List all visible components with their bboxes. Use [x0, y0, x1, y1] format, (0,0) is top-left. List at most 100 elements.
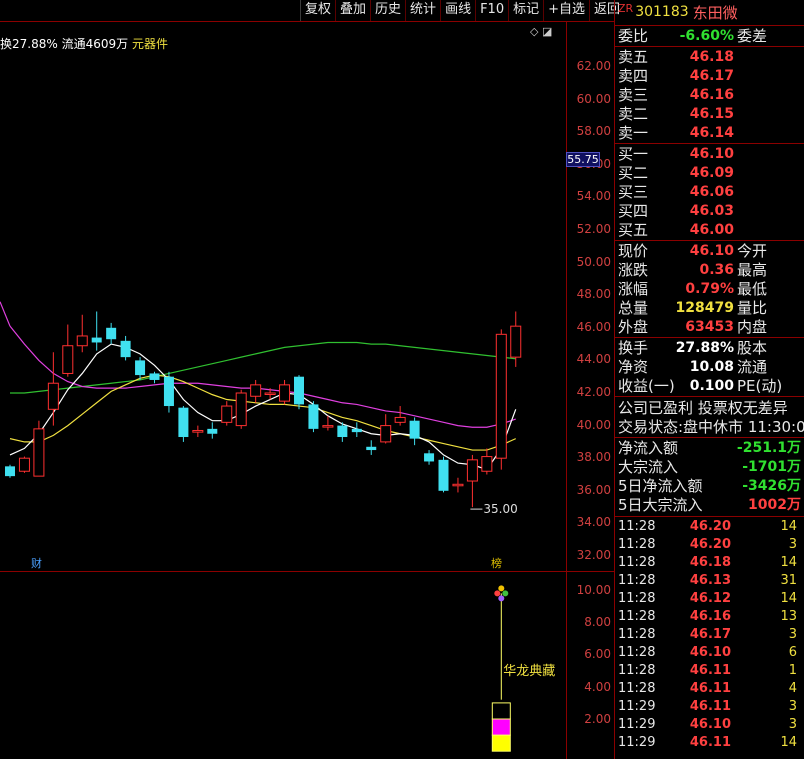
panel-divider-line [615, 437, 804, 438]
price-axis-label: 52.00 [576, 222, 611, 236]
bid-row: 买一 46.10 [618, 145, 804, 164]
fundamental-row-label2: 流通 [737, 358, 768, 376]
tick-volume: 13 [780, 609, 797, 624]
capital-flow-value: -251.1万 [736, 440, 801, 456]
stat-row-label2: 量比 [737, 299, 768, 317]
indicator-block [491, 734, 511, 752]
stat-row: 总量 128479 量比 [618, 299, 804, 318]
ask-row: 卖四 46.17 [618, 67, 804, 86]
candle-body [380, 425, 392, 443]
candle-body [279, 384, 291, 402]
tick-price: 46.17 [689, 627, 731, 642]
fundamental-row-label2: 股本 [737, 339, 768, 357]
stat-row-value: 46.10 [689, 243, 734, 259]
tick-row: 11:28 46.16 13 [615, 609, 804, 627]
stat-row-label2: 最低 [737, 280, 768, 298]
stat-row-label2: 最高 [737, 261, 768, 279]
low-marker-label: 35.00 [483, 502, 517, 516]
ask-row: 卖一 46.14 [618, 124, 804, 143]
fundamental-row-value: 27.88% [675, 340, 734, 356]
panel-divider-line [615, 46, 804, 47]
capital-flow-value: 1002万 [748, 497, 801, 513]
weibi-row-value: -6.60% [679, 28, 734, 44]
stat-row-value: 0.36 [699, 262, 734, 278]
panel-divider-line [615, 396, 804, 397]
candle-body [366, 446, 377, 451]
candle-body [394, 416, 406, 423]
stat-row-value: 0.79% [685, 281, 734, 297]
tick-row: 11:29 46.10 3 [615, 717, 804, 735]
capital-flow-row-label: 大宗流入 [618, 458, 679, 476]
tick-time: 11:29 [618, 717, 656, 732]
tick-row: 11:28 46.18 14 [615, 555, 804, 573]
capital-flow-value: -3426万 [742, 478, 801, 494]
company-note: 公司已盈利 投票权无差异 [618, 399, 804, 418]
candle-body [207, 428, 218, 434]
tick-price: 46.11 [689, 663, 731, 678]
candle-body [163, 376, 174, 407]
stat-row: 现价 46.10 今开 [618, 242, 804, 261]
tick-time: 11:28 [618, 645, 656, 660]
tick-time: 11:28 [618, 519, 656, 534]
tick-volume: 14 [780, 735, 797, 750]
bid-row: 买二 46.09 [618, 164, 804, 183]
tick-time: 11:28 [618, 573, 656, 588]
panel-divider-line [615, 240, 804, 241]
candle-body [5, 466, 15, 477]
stat-row-label2: 今开 [737, 242, 768, 260]
candle-body [409, 420, 420, 439]
ask-row-value: 46.14 [689, 125, 734, 141]
indicator-divider [0, 571, 615, 572]
tick-row: 11:29 46.11 3 [615, 699, 804, 717]
tick-price: 46.11 [689, 735, 731, 750]
candle-body [250, 384, 262, 397]
tick-row: 11:28 46.17 3 [615, 627, 804, 645]
tick-row: 11:28 46.20 14 [615, 519, 804, 537]
kline-chart[interactable]: 35.00 华龙典藏 [0, 0, 566, 759]
candle-body [91, 337, 102, 343]
ask-row-value: 46.16 [689, 87, 734, 103]
ranking-badge[interactable]: 榜 [491, 555, 502, 571]
price-axis-divider [566, 22, 567, 759]
ask-row-value: 46.17 [689, 68, 734, 84]
price-axis-label: 48.00 [576, 287, 611, 302]
candle-body [47, 382, 59, 410]
stat-row: 外盘 63453 内盘 [618, 318, 804, 337]
panel-divider-line [615, 337, 804, 338]
panel-divider-line [615, 25, 804, 26]
tick-row: 11:29 46.11 14 [615, 735, 804, 753]
indicator-block [491, 718, 511, 736]
financial-report-badge[interactable]: 财 [31, 555, 42, 571]
candle-body [106, 327, 117, 340]
tick-volume: 3 [788, 717, 797, 732]
trade-status: 交易状态:盘中休市 11:30:0 [618, 418, 804, 437]
weibi-row-label2: 委差 [737, 27, 768, 45]
trade-status-label: 交易状态:盘中休市 11:30:0 [618, 418, 804, 436]
tick-price: 46.12 [689, 591, 731, 606]
tick-time: 11:28 [618, 681, 656, 696]
tick-price: 46.10 [689, 645, 731, 660]
price-axis-label: 40.00 [576, 417, 611, 432]
tick-time: 11:28 [618, 537, 656, 552]
fundamental-row-value: 0.100 [689, 378, 734, 394]
bid-row-value: 46.03 [689, 203, 734, 219]
price-axis-label: 46.00 [576, 319, 611, 334]
price-axis-label: 42.00 [576, 385, 611, 399]
stat-row-value: 63453 [685, 319, 734, 335]
ask-row-value: 46.15 [689, 106, 734, 122]
price-axis-label: 50.00 [576, 254, 611, 269]
stat-row: 涨幅 0.79% 最低 [618, 280, 804, 299]
indicator-flower-icon [502, 590, 509, 597]
price-axis-label: 62.00 [576, 59, 611, 73]
stat-row: 涨跌 0.36 最高 [618, 261, 804, 280]
tick-price: 46.11 [689, 681, 731, 696]
tick-time: 11:29 [618, 735, 656, 750]
tick-volume: 14 [780, 591, 797, 606]
tick-volume: 3 [788, 699, 797, 714]
panel-divider-line [615, 143, 804, 144]
weibi-row: 委比 -6.60% 委差 [618, 27, 804, 46]
bid-row: 买三 46.06 [618, 183, 804, 202]
candle-body [294, 376, 304, 405]
fundamental-row-label2: PE(动) [737, 377, 783, 395]
indicator-flower-icon [494, 590, 501, 597]
